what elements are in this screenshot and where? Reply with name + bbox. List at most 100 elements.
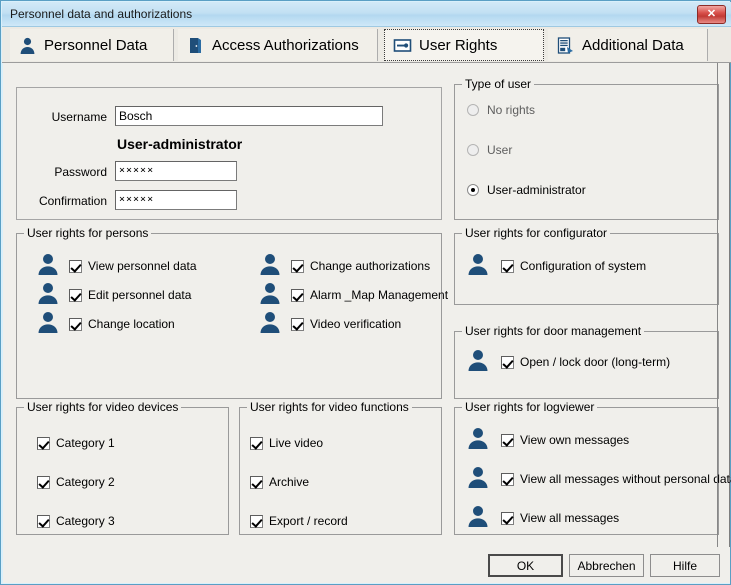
help-button[interactable]: Hilfe	[650, 554, 720, 577]
person-icon	[467, 504, 489, 528]
checkbox-label: View all messages without personal data	[520, 472, 731, 486]
person-icon	[259, 281, 281, 305]
client-area: Username Bosch User-administrator Passwo…	[3, 63, 731, 547]
password-input[interactable]: ×××××	[115, 161, 237, 181]
person-icon	[467, 465, 489, 489]
window-title: Personnel data and authorizations	[10, 7, 193, 21]
confirmation-input[interactable]: ×××××	[115, 190, 237, 210]
checkbox-indicator[interactable]	[501, 472, 514, 486]
checkbox-label: Export / record	[269, 514, 348, 528]
checkbox-indicator[interactable]	[37, 475, 50, 489]
checkbox-indicator[interactable]	[501, 433, 514, 447]
role-heading: User-administrator	[117, 136, 243, 152]
checkbox-view-personnel-data[interactable]: View personnel data	[69, 259, 197, 273]
checkbox-indicator[interactable]	[37, 514, 50, 528]
checkbox-alarm-map-management[interactable]: Alarm _Map Management	[291, 288, 448, 302]
rights-configurator-group: User rights for configurator Configurati…	[454, 226, 719, 305]
checkbox-indicator[interactable]	[501, 511, 514, 525]
group-title: User rights for video devices	[24, 400, 182, 414]
checkbox-indicator[interactable]	[69, 259, 82, 273]
checkbox-category-1[interactable]: Category 1	[37, 436, 115, 450]
checkbox-indicator[interactable]	[501, 259, 514, 273]
checkbox-label: View own messages	[520, 433, 630, 447]
checkbox-indicator[interactable]	[291, 259, 304, 273]
tab-user-rights[interactable]: User Rights	[384, 29, 544, 61]
checkbox-open-lock-door[interactable]: Open / lock door (long-term)	[501, 355, 670, 369]
checkbox-label: Edit personnel data	[88, 288, 192, 302]
ok-button[interactable]: OK	[488, 554, 563, 577]
radio-indicator[interactable]	[467, 144, 479, 156]
checkbox-category-2[interactable]: Category 2	[37, 475, 115, 489]
checkbox-indicator[interactable]	[69, 288, 82, 302]
checkbox-label: View personnel data	[88, 259, 197, 273]
person-icon	[467, 348, 489, 372]
confirmation-label: Confirmation	[38, 194, 107, 208]
checkbox-indicator[interactable]	[291, 288, 304, 302]
checkbox-live-video[interactable]: Live video	[250, 436, 323, 450]
checkbox-label: Category 2	[56, 475, 115, 489]
checkbox-indicator[interactable]	[69, 317, 82, 331]
checkbox-label: Configuration of system	[520, 259, 647, 273]
button-bar: OK Abbrechen Hilfe	[3, 547, 730, 583]
username-input[interactable]: Bosch	[115, 106, 383, 126]
checkbox-video-verification[interactable]: Video verification	[291, 317, 401, 331]
title-bar: Personnel data and authorizations ✕	[2, 2, 731, 27]
checkbox-indicator[interactable]	[291, 317, 304, 331]
tab-label: Additional Data	[582, 36, 684, 54]
checkbox-export-record[interactable]: Export / record	[250, 514, 348, 528]
person-icon	[467, 426, 489, 450]
credentials-panel: Username Bosch User-administrator Passwo…	[16, 87, 442, 220]
checkbox-view-all-messages-without-personal-data[interactable]: View all messages without personal data	[501, 472, 731, 486]
cancel-button[interactable]: Abbrechen	[569, 554, 644, 577]
checkbox-label: Change location	[88, 317, 175, 331]
radio-user[interactable]: User	[467, 143, 512, 157]
checkbox-indicator[interactable]	[250, 514, 263, 528]
person-icon	[18, 36, 37, 55]
person-icon	[37, 281, 59, 305]
checkbox-indicator[interactable]	[501, 355, 514, 369]
checkbox-indicator[interactable]	[37, 436, 50, 450]
rights-video-devices-group: User rights for video devices Category 1…	[16, 400, 229, 535]
tab-additional-data[interactable]: Additional Data	[548, 29, 708, 61]
person-icon	[259, 310, 281, 334]
tab-label: User Rights	[419, 36, 498, 54]
group-title: Type of user	[462, 77, 535, 91]
radio-label: User	[487, 143, 513, 157]
checkbox-configuration-of-system[interactable]: Configuration of system	[501, 259, 646, 273]
client-right-border	[717, 63, 718, 547]
key-icon	[393, 36, 412, 55]
checkbox-change-authorizations[interactable]: Change authorizations	[291, 259, 430, 273]
checkbox-indicator[interactable]	[250, 436, 263, 450]
checkbox-edit-personnel-data[interactable]: Edit personnel data	[69, 288, 191, 302]
password-label: Password	[54, 165, 107, 179]
rights-door-group: User rights for door management Open / l…	[454, 324, 719, 399]
door-icon	[186, 36, 205, 55]
tab-access-authorizations[interactable]: Access Authorizations	[178, 29, 378, 61]
close-icon[interactable]: ✕	[697, 5, 726, 24]
radio-indicator[interactable]	[467, 184, 479, 196]
checkbox-label: Alarm _Map Management	[310, 288, 449, 302]
checkbox-label: Category 3	[56, 514, 115, 528]
radio-user-administrator[interactable]: User-administrator	[467, 183, 586, 197]
radio-no-rights[interactable]: No rights	[467, 103, 535, 117]
checkbox-view-own-messages[interactable]: View own messages	[501, 433, 629, 447]
group-title: User rights for configurator	[462, 226, 611, 240]
type-of-user-group: Type of user No rights User User-adminis…	[454, 77, 719, 220]
dialog-window: Personnel data and authorizations ✕ Pers…	[0, 0, 731, 585]
group-title: User rights for persons	[24, 226, 152, 240]
person-icon	[37, 252, 59, 276]
checkbox-label: Archive	[269, 475, 310, 489]
checkbox-change-location[interactable]: Change location	[69, 317, 175, 331]
group-title: User rights for logviewer	[462, 400, 598, 414]
tab-bar: Personnel Data Access Authorizations Use…	[2, 27, 731, 63]
checkbox-label: Change authorizations	[310, 259, 431, 273]
tab-personnel-data[interactable]: Personnel Data	[10, 29, 174, 61]
checkbox-category-3[interactable]: Category 3	[37, 514, 115, 528]
username-label: Username	[51, 110, 107, 124]
person-icon	[259, 252, 281, 276]
document-icon	[556, 36, 575, 55]
radio-indicator[interactable]	[467, 104, 479, 116]
checkbox-archive[interactable]: Archive	[250, 475, 309, 489]
checkbox-view-all-messages[interactable]: View all messages	[501, 511, 619, 525]
checkbox-indicator[interactable]	[250, 475, 263, 489]
